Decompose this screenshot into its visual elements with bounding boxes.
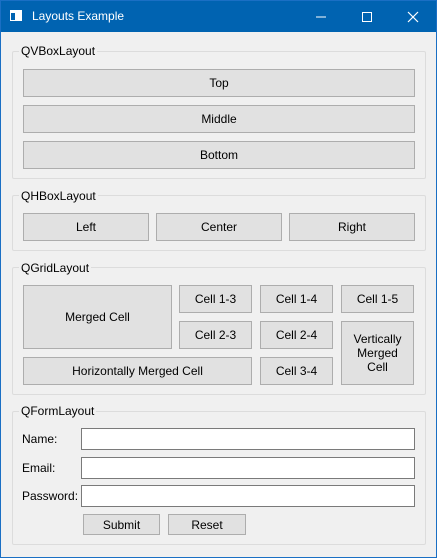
bottom-button[interactable]: Bottom	[23, 141, 415, 169]
cell-1-3-button[interactable]: Cell 1-3	[179, 285, 252, 313]
close-button[interactable]	[390, 1, 436, 32]
name-field[interactable]	[81, 428, 415, 450]
maximize-button[interactable]	[344, 1, 390, 32]
main-window: Layouts Example QVBoxLayout Top Middle B…	[0, 0, 437, 558]
cell-1-4-button[interactable]: Cell 1-4	[260, 285, 333, 313]
email-label: Email:	[22, 461, 56, 475]
cell-2-3-button[interactable]: Cell 2-3	[179, 321, 252, 349]
cell-3-4-button[interactable]: Cell 3-4	[260, 357, 333, 385]
right-button[interactable]: Right	[289, 213, 415, 241]
vertically-merged-cell-button[interactable]: Vertically Merged Cell	[341, 321, 414, 385]
password-label: Password:	[22, 489, 79, 503]
name-label: Name:	[22, 432, 58, 446]
minimize-button[interactable]	[298, 1, 344, 32]
app-window-icon	[10, 10, 22, 21]
left-button[interactable]: Left	[23, 213, 149, 241]
title-bar[interactable]: Layouts Example	[1, 1, 436, 32]
window-title: Layouts Example	[32, 9, 125, 23]
vbox-group-title: QVBoxLayout	[19, 44, 98, 58]
hbox-group-title: QHBoxLayout	[19, 189, 98, 203]
form-group-title: QFormLayout	[19, 404, 97, 418]
minimize-icon	[316, 16, 326, 18]
middle-button[interactable]: Middle	[23, 105, 415, 133]
password-field[interactable]	[81, 485, 415, 507]
center-button[interactable]: Center	[156, 213, 282, 241]
merged-cell-button[interactable]: Merged Cell	[23, 285, 172, 349]
submit-button[interactable]: Submit	[83, 514, 160, 535]
cell-2-4-button[interactable]: Cell 2-4	[260, 321, 333, 349]
reset-button[interactable]: Reset	[168, 514, 246, 535]
grid-group-title: QGridLayout	[19, 261, 92, 275]
top-button[interactable]: Top	[23, 69, 415, 97]
close-icon	[407, 11, 419, 23]
maximize-icon	[362, 12, 372, 22]
cell-1-5-button[interactable]: Cell 1-5	[341, 285, 414, 313]
horizontally-merged-cell-button[interactable]: Horizontally Merged Cell	[23, 357, 252, 385]
email-field[interactable]	[81, 457, 415, 479]
